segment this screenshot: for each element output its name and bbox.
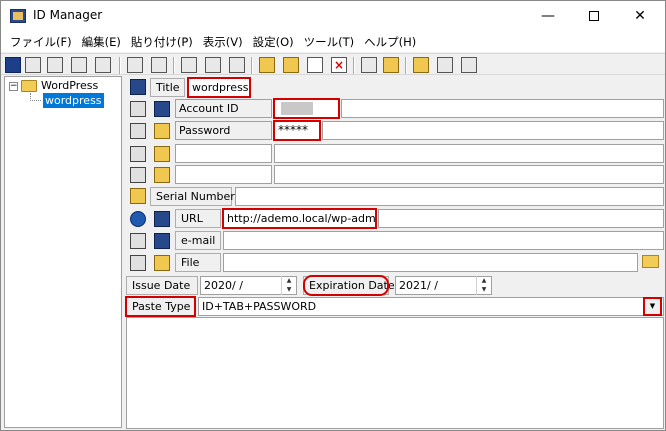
folder-icon [21, 80, 37, 92]
toolbar-separator [251, 57, 253, 74]
password-label: Password [175, 121, 272, 140]
extra-2-input[interactable] [274, 165, 664, 184]
app-icon [10, 9, 26, 23]
file-icon[interactable] [181, 57, 197, 73]
tray-icon[interactable] [461, 57, 477, 73]
menu-bar: ファイル(F) 編集(E) 貼り付け(P) 表示(V) 設定(O) ツール(T)… [1, 32, 665, 52]
account-id-extra[interactable] [341, 99, 664, 118]
save-icon[interactable] [5, 57, 21, 73]
close-button[interactable]: ✕ [617, 1, 663, 32]
car-icon[interactable] [95, 57, 111, 73]
pass-icon[interactable] [151, 57, 167, 73]
paste-type-label[interactable]: Paste Type [125, 296, 196, 317]
file-label[interactable]: File [175, 253, 221, 272]
transfer-icon[interactable] [383, 57, 399, 73]
url-label[interactable]: URL [175, 209, 221, 228]
open-folder-icon[interactable] [642, 255, 659, 268]
password-value: ***** [278, 123, 308, 137]
html-export-icon[interactable] [71, 57, 87, 73]
paste-type-value: ID+TAB+PASSWORD [202, 300, 317, 313]
page-icon[interactable] [229, 57, 245, 73]
new-folder-icon[interactable] [259, 57, 275, 73]
app-window: ID Manager — ✕ ファイル(F) 編集(E) 貼り付け(P) 表示(… [0, 0, 666, 431]
menu-help[interactable]: ヘルプ(H) [359, 34, 421, 50]
url-extra[interactable] [378, 209, 664, 228]
chevron-down-icon[interactable]: ▼ [643, 297, 662, 316]
account-id-label: Account ID [175, 99, 272, 118]
expiration-date-value: 2021/ / [399, 279, 438, 292]
url-icon[interactable] [154, 211, 170, 227]
mail-icon[interactable] [130, 233, 146, 249]
file-lock-icon[interactable] [154, 255, 170, 271]
serial-icon[interactable] [130, 188, 146, 204]
acc-icon[interactable] [127, 57, 143, 73]
document-icon[interactable] [130, 255, 146, 271]
idp-icon [130, 79, 146, 95]
copy-icon[interactable] [130, 146, 146, 162]
toolbar-separator [405, 57, 407, 74]
idp-icon[interactable] [361, 57, 377, 73]
maximize-icon [589, 11, 599, 21]
memo-textarea[interactable] [126, 317, 664, 429]
issue-date-value: 2020/ / [204, 279, 243, 292]
email-input[interactable] [223, 231, 664, 250]
serial-number-input[interactable] [235, 187, 664, 206]
extra-1-label[interactable] [175, 144, 272, 163]
delete-icon[interactable] [331, 57, 347, 73]
folder-tree[interactable]: − WordPress wordpress [4, 76, 122, 428]
toolbar-separator [119, 57, 121, 74]
lock-icon[interactable] [413, 57, 429, 73]
title-label[interactable]: Title [150, 78, 185, 97]
note-icon[interactable] [205, 57, 221, 73]
menu-settings[interactable]: 設定(O) [248, 34, 299, 50]
toolbar-separator [173, 57, 175, 74]
extra-2-label[interactable] [175, 165, 272, 184]
minimize-button[interactable]: — [525, 1, 571, 32]
new-document-icon[interactable] [307, 57, 323, 73]
field-2-icon[interactable] [154, 167, 170, 183]
serial-number-label[interactable]: Serial Number [150, 187, 235, 206]
title-bar: ID Manager — ✕ [1, 1, 665, 32]
password-icon[interactable] [154, 123, 170, 139]
window-title: ID Manager [33, 8, 103, 22]
tree-item-wordpress-selected[interactable]: wordpress [43, 93, 104, 108]
tree-connector [30, 100, 41, 101]
globe-icon[interactable] [130, 211, 146, 227]
html-icon[interactable] [47, 57, 63, 73]
collapse-icon[interactable]: − [9, 82, 18, 91]
window-icon[interactable] [437, 57, 453, 73]
menu-edit[interactable]: 編集(E) [77, 34, 126, 50]
email-label[interactable]: e-mail [175, 231, 221, 250]
tree-item-wordpress-folder[interactable]: WordPress [41, 79, 98, 92]
copy-icon[interactable] [130, 123, 146, 139]
menu-view[interactable]: 表示(V) [198, 34, 248, 50]
expiration-date-spinner[interactable]: ▲ ▼ [476, 276, 491, 295]
menu-tools[interactable]: ツール(T) [299, 34, 360, 50]
issue-date-label[interactable]: Issue Date [126, 276, 198, 295]
redacted-account-id [281, 102, 313, 115]
id-icon[interactable] [154, 101, 170, 117]
expiration-highlight [303, 275, 389, 296]
menu-paste[interactable]: 貼り付け(P) [126, 34, 198, 50]
menu-file[interactable]: ファイル(F) [5, 34, 77, 50]
issue-date-spinner[interactable]: ▲ ▼ [281, 276, 296, 295]
url-input[interactable]: http://ademo.local/wp-admin [222, 208, 377, 229]
copy-icon[interactable] [130, 101, 146, 117]
email-icon[interactable] [154, 233, 170, 249]
paste-type-select[interactable]: ID+TAB+PASSWORD [198, 297, 664, 316]
file-input[interactable] [223, 253, 638, 272]
field-1-icon[interactable] [154, 146, 170, 162]
ftp-icon[interactable] [25, 57, 41, 73]
copy-icon[interactable] [130, 167, 146, 183]
maximize-button[interactable] [571, 1, 617, 32]
toolbar [1, 53, 665, 75]
password-input[interactable]: ***** [273, 120, 321, 141]
extra-1-input[interactable] [274, 144, 664, 163]
title-input[interactable]: wordpress [187, 77, 251, 98]
new-item-icon[interactable] [283, 57, 299, 73]
password-extra[interactable] [322, 121, 664, 140]
toolbar-separator [353, 57, 355, 74]
